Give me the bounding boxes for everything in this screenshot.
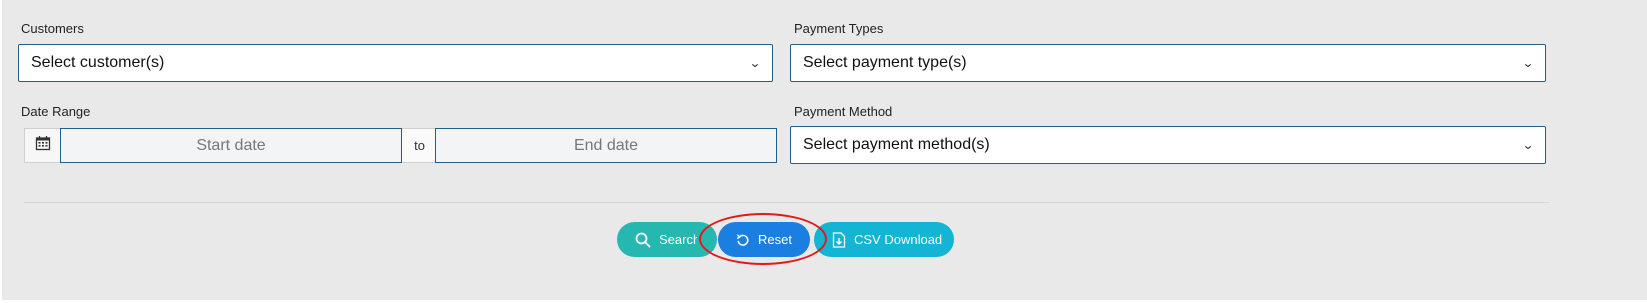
search-button[interactable]: Search <box>617 222 717 257</box>
reset-icon <box>736 233 750 247</box>
date-range-separator: to <box>402 128 437 163</box>
csv-download-icon <box>832 231 846 248</box>
payment-types-label: Payment Types <box>794 21 884 36</box>
date-range-label: Date Range <box>21 104 91 119</box>
chevron-down-icon: ⌄ <box>748 56 762 70</box>
divider <box>24 202 1549 203</box>
customers-label: Customers <box>21 21 84 36</box>
reset-button-label: Reset <box>758 232 792 247</box>
csv-download-button-label: CSV Download <box>854 232 943 247</box>
end-date-input[interactable]: End date <box>435 128 777 163</box>
customers-select-value: Select customer(s) <box>31 54 165 71</box>
payment-types-select[interactable]: Select payment type(s) ⌄ <box>790 44 1546 82</box>
payment-types-select-value: Select payment type(s) <box>803 54 967 71</box>
csv-download-button[interactable]: CSV Download <box>814 222 954 257</box>
payment-method-select[interactable]: Select payment method(s) ⌄ <box>790 126 1546 164</box>
end-date-placeholder: End date <box>573 136 639 154</box>
customers-select[interactable]: Select customer(s) ⌄ <box>18 44 773 82</box>
chevron-down-icon: ⌄ <box>1521 56 1535 70</box>
chevron-down-icon: ⌄ <box>1521 138 1535 152</box>
payment-method-select-value: Select payment method(s) <box>803 136 990 153</box>
calendar-button[interactable] <box>24 128 62 163</box>
payment-method-label: Payment Method <box>794 104 893 119</box>
search-button-label: Search <box>659 232 697 247</box>
start-date-input[interactable]: Start date <box>60 128 402 163</box>
calendar-icon <box>35 135 51 156</box>
start-date-placeholder: Start date <box>196 136 266 154</box>
reset-button[interactable]: Reset <box>718 222 810 257</box>
search-icon <box>635 232 651 248</box>
filter-panel: Customers Select customer(s) ⌄ Payment T… <box>2 0 1647 300</box>
